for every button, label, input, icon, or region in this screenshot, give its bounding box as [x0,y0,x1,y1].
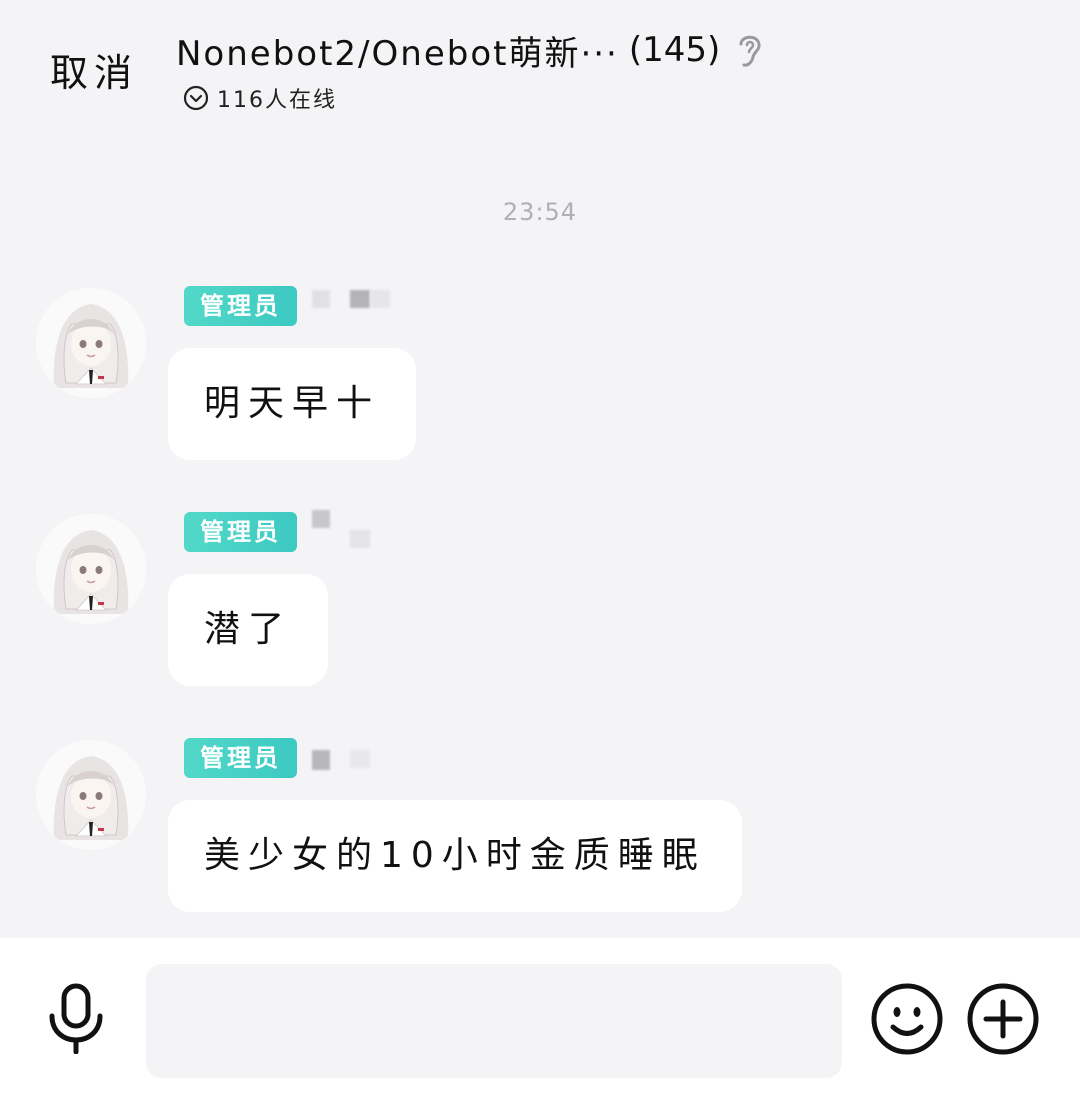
plus-circle-icon[interactable] [966,982,1040,1056]
admin-badge: 管理员 [184,286,297,326]
chat-header: 取消 Nonebot2/Onebot萌新··· (145) 116人在线 [0,0,1080,140]
blurred-username [312,290,330,308]
blurred-username-2 [350,290,370,308]
message-bubble[interactable]: 明天早十 [168,348,417,460]
online-count: 116人在线 [217,88,337,113]
group-title-row[interactable]: Nonebot2/Onebot萌新··· (145) [176,28,766,74]
ear-icon[interactable] [732,30,766,70]
message-input-bar [0,938,1080,1100]
group-name: Nonebot2/Onebot萌新··· [176,33,619,74]
microphone-icon[interactable] [44,982,108,1055]
blurred-username-2 [350,530,370,548]
avatar[interactable] [36,514,146,624]
blurred-username [312,510,330,528]
admin-badge: 管理员 [184,512,297,552]
message-input[interactable] [146,964,842,1078]
online-status-row[interactable]: 116人在线 [183,82,337,114]
blurred-username-2 [350,750,370,768]
smiley-icon[interactable] [870,982,944,1056]
message-bubble[interactable]: 潜了 [168,574,329,686]
message-bubble[interactable]: 美少女的10小时金质睡眠 [168,800,742,912]
message-timestamp: 23:54 [502,198,578,226]
member-count: (145) [628,30,721,70]
blurred-username-3 [370,290,390,308]
avatar[interactable] [36,288,146,398]
chevron-down-circle-icon [183,85,209,111]
admin-badge: 管理员 [184,738,297,778]
blurred-username [312,750,330,770]
avatar[interactable] [36,740,146,850]
cancel-button[interactable]: 取消 [50,42,138,97]
